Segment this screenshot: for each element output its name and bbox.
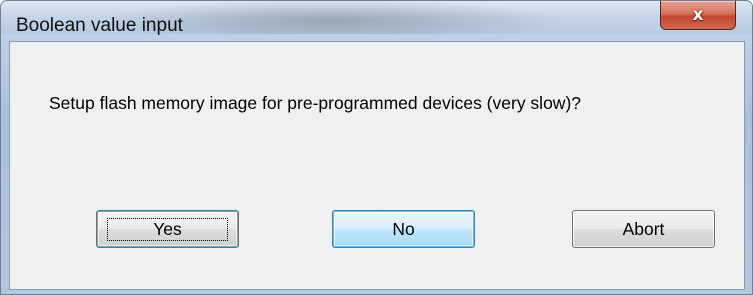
title-bar[interactable]: Boolean value input x xyxy=(1,1,752,36)
yes-button[interactable]: Yes xyxy=(96,210,239,248)
yes-button-label: Yes xyxy=(107,217,228,241)
close-icon: x xyxy=(692,4,704,25)
abort-button-label: Abort xyxy=(622,218,665,239)
dialog-body: Setup flash memory image for pre-program… xyxy=(9,41,745,290)
abort-button[interactable]: Abort xyxy=(572,210,715,248)
close-button[interactable]: x xyxy=(660,1,736,30)
no-button-label: No xyxy=(392,218,415,239)
window-title: Boolean value input xyxy=(16,15,183,36)
dialog-message: Setup flash memory image for pre-program… xyxy=(49,93,581,113)
dialog-window: Boolean value input x Setup flash memory… xyxy=(0,0,753,295)
no-button[interactable]: No xyxy=(332,210,475,248)
